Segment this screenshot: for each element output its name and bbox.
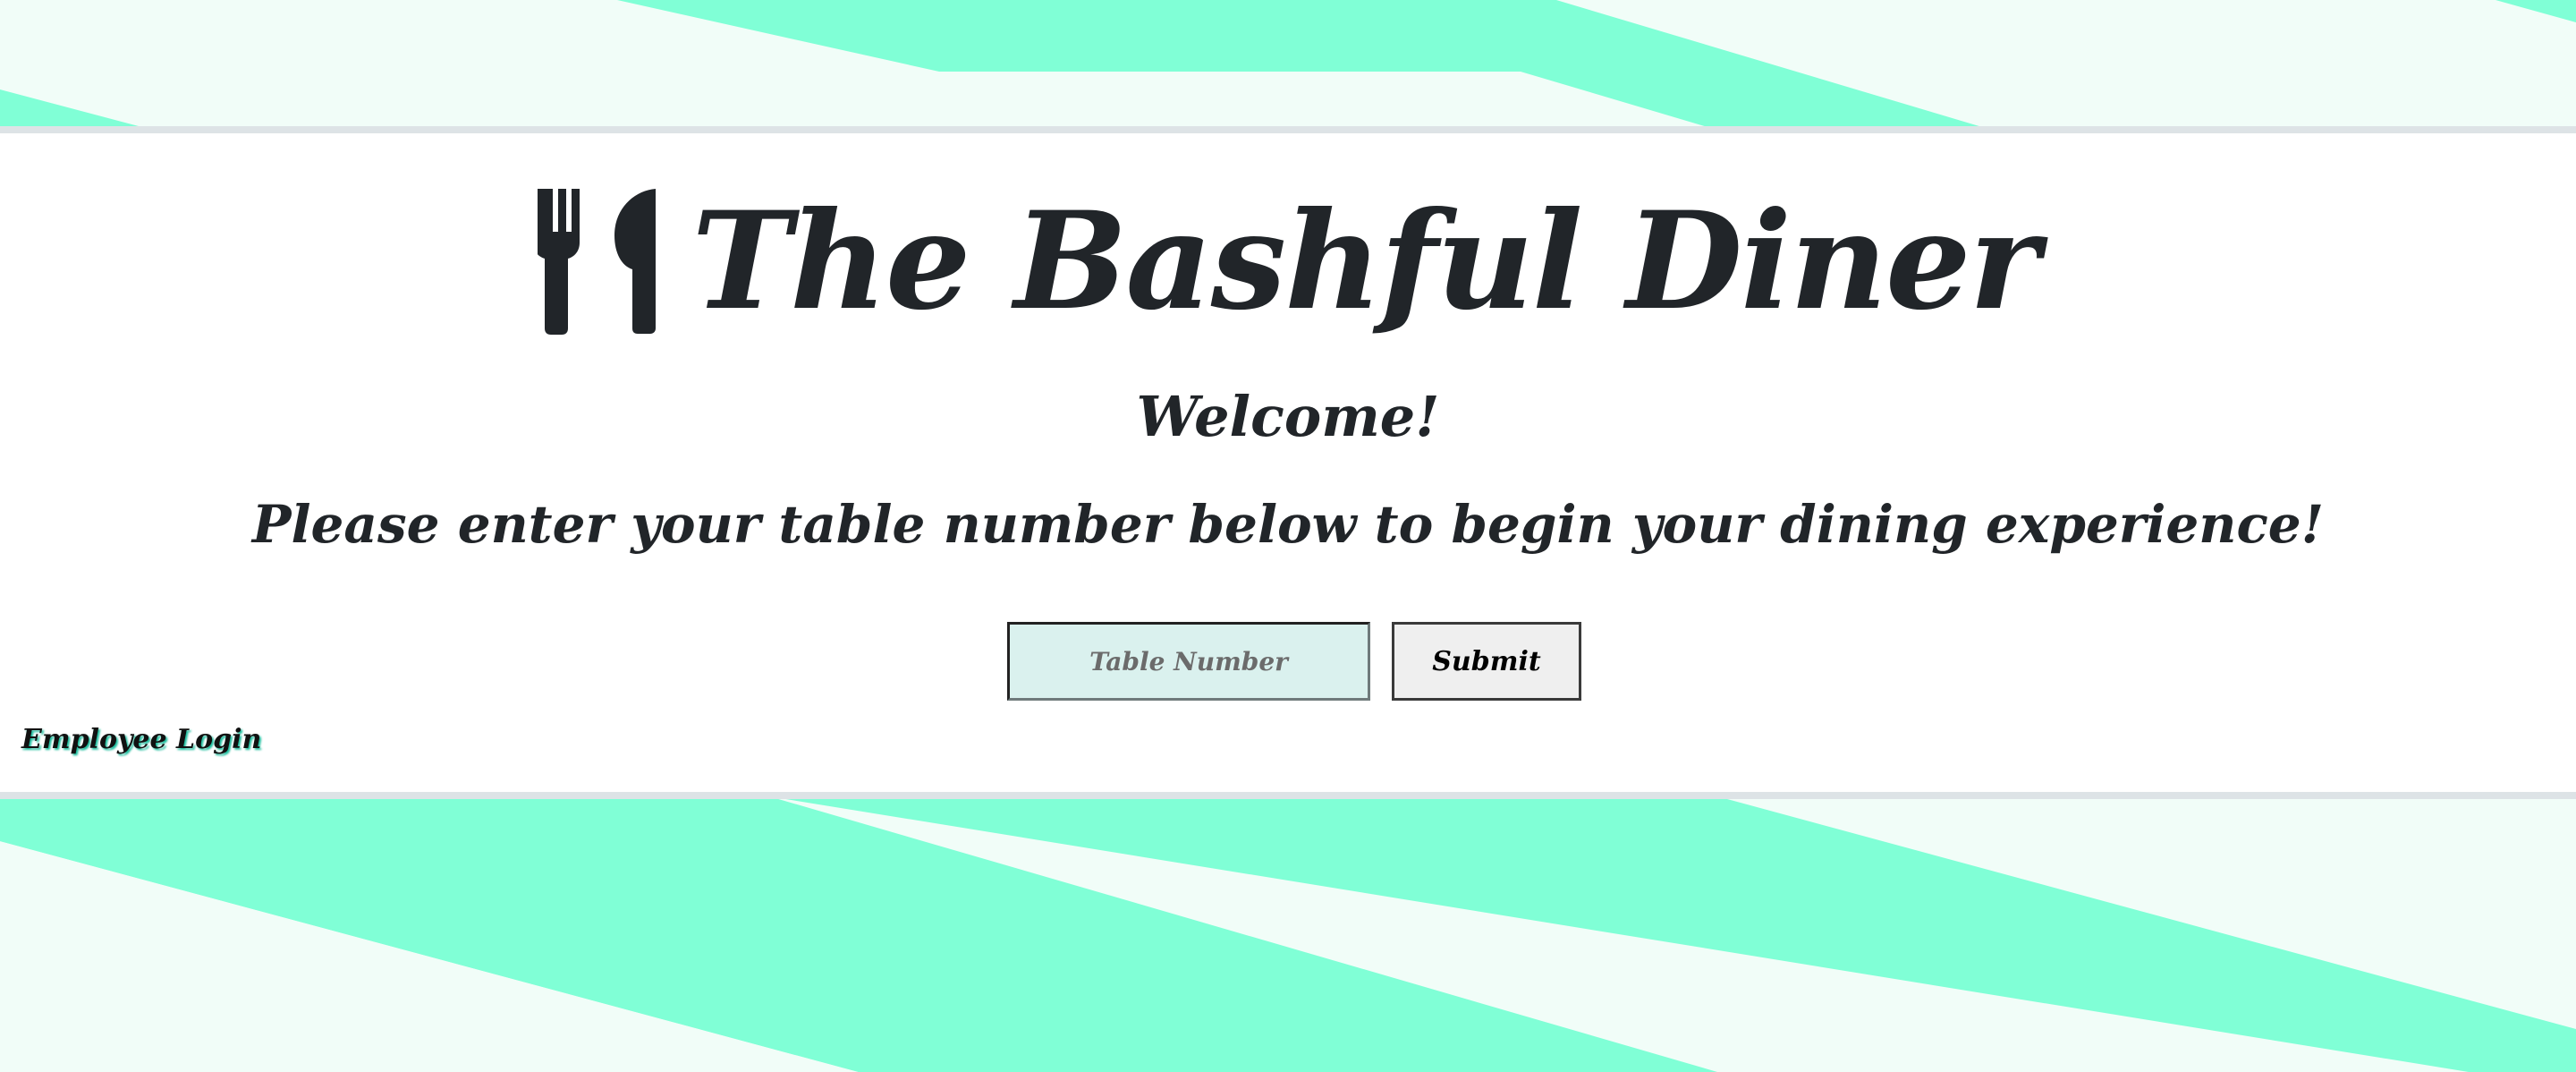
instructions-text: Please enter your table number below to … (251, 494, 2325, 555)
table-form: Submit (1007, 622, 1581, 701)
table-number-input[interactable] (1007, 622, 1370, 701)
site-header: The Bashful Diner (0, 183, 2576, 339)
main-panel: The Bashful Diner Welcome! Please enter … (0, 126, 2576, 799)
welcome-heading: Welcome! (1136, 384, 1440, 449)
utensils-icon (533, 187, 663, 335)
site-title: The Bashful Diner (691, 182, 2039, 340)
submit-button[interactable]: Submit (1392, 622, 1581, 701)
employee-login-link[interactable]: Employee Login (21, 724, 261, 755)
